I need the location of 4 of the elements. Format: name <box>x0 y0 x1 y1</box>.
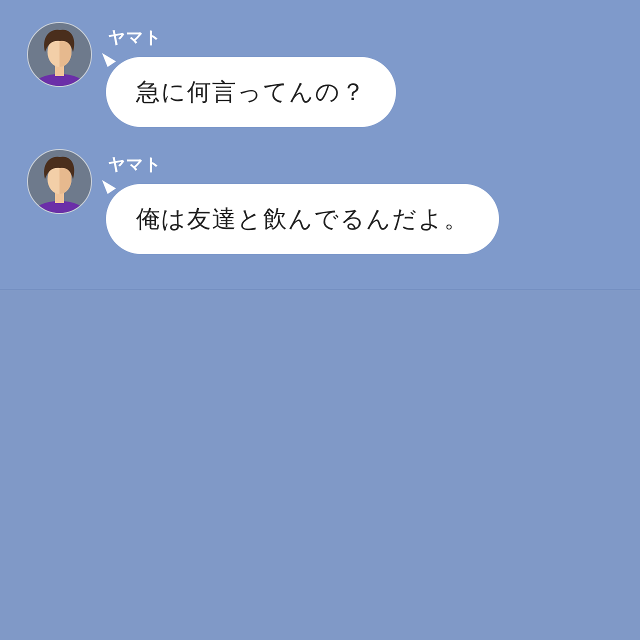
avatar-icon <box>27 149 92 214</box>
avatar-icon <box>27 22 92 87</box>
sender-name: ヤマト <box>108 27 162 49</box>
sender-name: ヤマト <box>108 154 162 176</box>
